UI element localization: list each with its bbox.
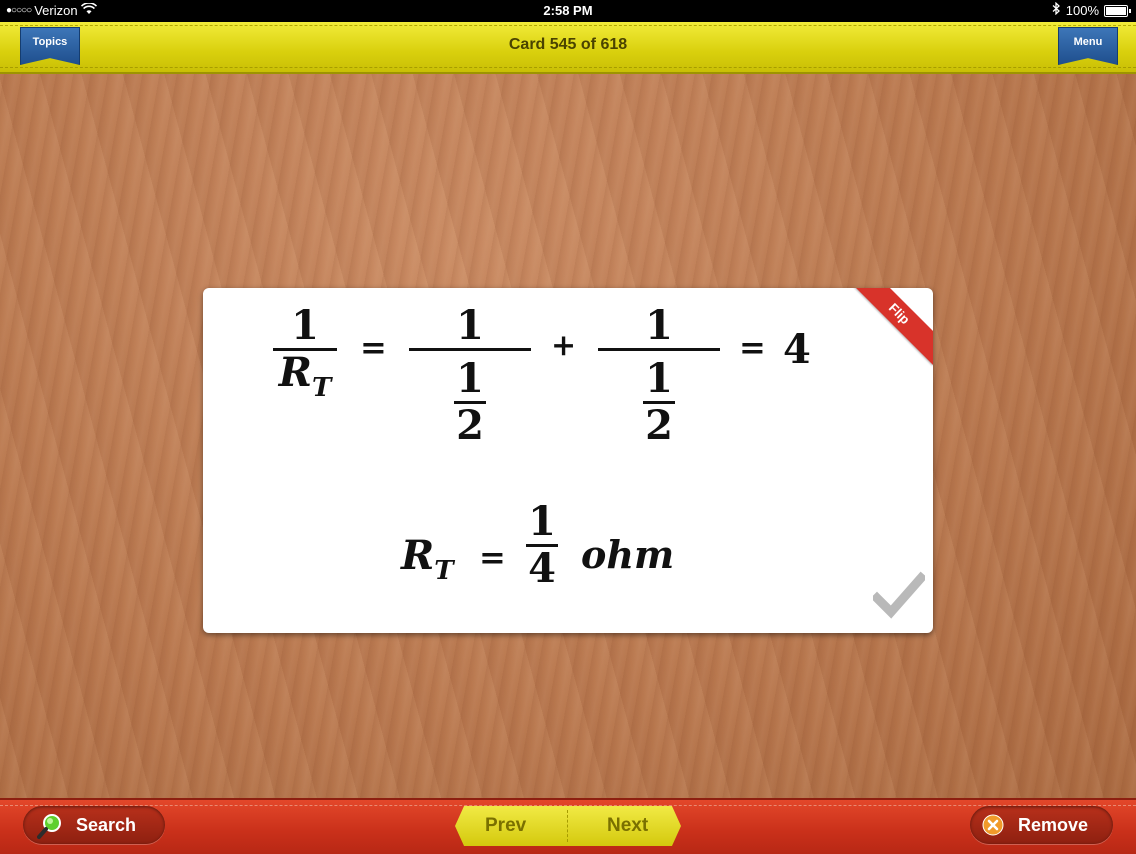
magnifier-icon — [37, 812, 65, 845]
fraction-term-2: 1 1 2 — [598, 304, 720, 448]
fraction-numerator: 1 — [528, 498, 556, 545]
equals-sign: = — [479, 538, 506, 576]
fraction-denominator: 2 — [645, 402, 673, 449]
remove-label: Remove — [1018, 814, 1089, 835]
fraction-denominator: 4 — [528, 545, 556, 592]
card-counter: Card 545 of 618 — [508, 36, 628, 53]
nested-fraction: 1 2 — [454, 357, 486, 448]
nested-fraction: 1 2 — [643, 357, 675, 448]
checkmark-icon[interactable] — [870, 570, 928, 622]
prev-button[interactable]: Prev — [485, 815, 526, 837]
battery-info: 100% — [1052, 0, 1131, 22]
search-button[interactable]: Search — [23, 806, 165, 844]
fraction-denominator: 2 — [456, 402, 484, 449]
fraction-numerator: 1 — [456, 355, 484, 402]
bluetooth-icon — [1052, 0, 1061, 22]
clock: 2:58 PM — [543, 3, 593, 18]
plus-sign: + — [551, 328, 577, 363]
prev-next-control: Prev Next — [455, 806, 681, 846]
unit-label: ohm — [581, 532, 675, 577]
menu-button[interactable]: Menu — [1058, 27, 1118, 65]
subscript-t: T — [434, 556, 454, 586]
fraction-answer: 1 4 — [526, 500, 558, 591]
next-button[interactable]: Next — [607, 815, 648, 837]
status-bar: ●○○○○ Verizon 2:58 PM 100% — [0, 0, 1136, 22]
equation-1: 1 RT = 1 1 2 + 1 1 2 = 4 — [203, 288, 933, 488]
battery-percent: 100% — [1065, 3, 1099, 18]
equals-sign: = — [739, 328, 766, 366]
equals-sign: = — [360, 328, 387, 366]
fraction-numerator: 1 — [645, 302, 673, 349]
fraction-lhs: 1 RT — [273, 302, 337, 404]
bottom-toolbar: Search Prev Next Remove — [0, 798, 1136, 854]
fraction-numerator: 1 — [456, 302, 484, 349]
top-nav-bar: Topics Card 545 of 618 Menu — [0, 22, 1136, 74]
fraction-term-1: 1 1 2 — [409, 304, 531, 448]
fraction-numerator: 1 — [645, 355, 673, 402]
fraction-numerator: 1 — [291, 302, 319, 349]
subscript-t: T — [311, 373, 332, 403]
nav-divider — [567, 810, 568, 842]
variable-r: R — [278, 349, 312, 396]
equation-2: RT = 1 4 ohm — [203, 488, 933, 628]
variable-r: R — [401, 532, 435, 579]
variable-rt: RT — [401, 532, 454, 586]
search-label: Search — [76, 814, 137, 835]
battery-icon — [1104, 5, 1131, 17]
fraction-denominator: RT — [273, 349, 337, 404]
flashcard[interactable]: Flip 1 RT = 1 1 2 + 1 1 2 = 4 RT = 1 4 o… — [203, 288, 933, 633]
remove-button[interactable]: Remove — [970, 806, 1113, 844]
remove-icon — [982, 814, 1004, 841]
result-value: 4 — [783, 326, 811, 373]
